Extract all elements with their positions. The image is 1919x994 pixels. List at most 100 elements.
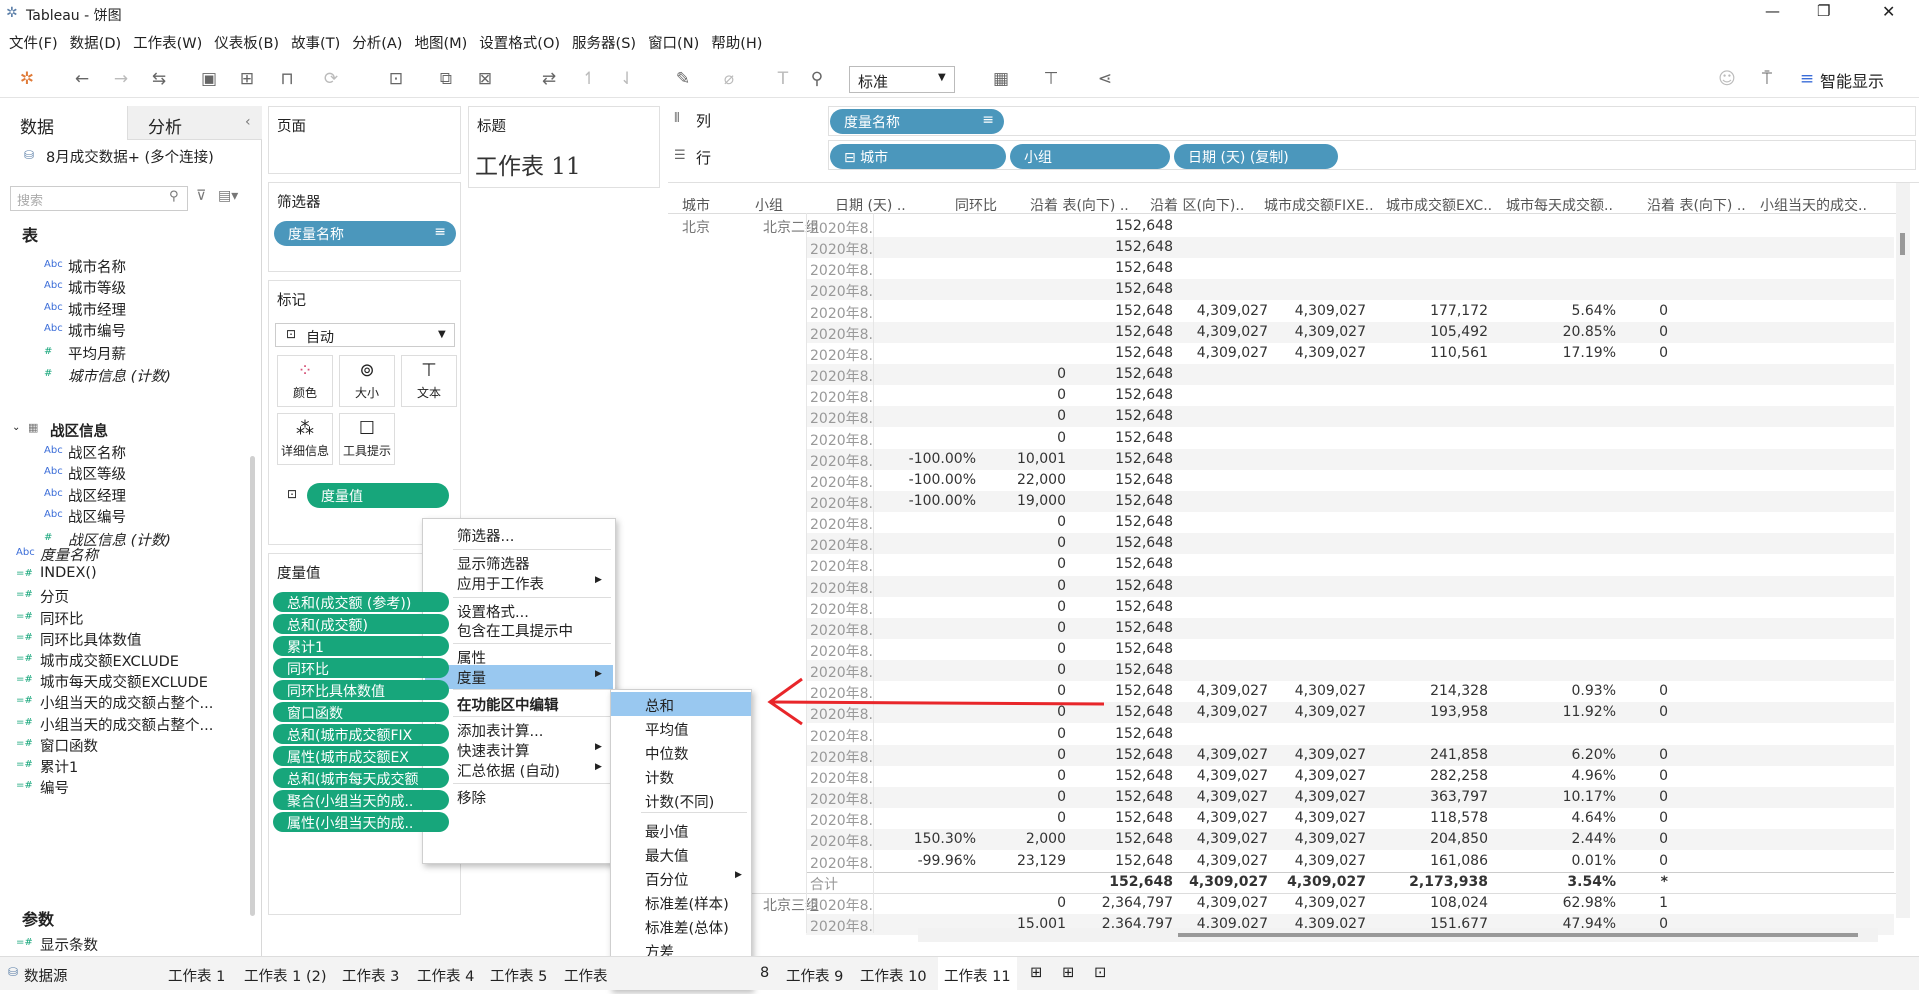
field-item[interactable]: =# 分页: [16, 586, 69, 607]
menu-window[interactable]: 窗口(N): [645, 28, 708, 56]
search-field[interactable]: 搜索 ⚲: [10, 186, 188, 211]
measure-pill[interactable]: 累计1: [273, 636, 449, 656]
sheet-tab[interactable]: 工作表 9: [786, 965, 843, 986]
measure-pill[interactable]: 聚合(小组当天的成..: [273, 790, 449, 810]
scrollbar-thumb[interactable]: [1900, 233, 1905, 255]
rows-pill-city[interactable]: ⊟ 城市: [830, 144, 1006, 169]
save-icon[interactable]: ▣: [198, 68, 220, 90]
new-datasource-icon[interactable]: ⊞: [236, 68, 258, 90]
measure-pill[interactable]: 总和(成交额): [273, 614, 449, 634]
size-button[interactable]: ⊚ 大小: [339, 355, 395, 407]
show-cards-icon[interactable]: ▦: [990, 68, 1012, 90]
tableau-start-icon[interactable]: ✲: [16, 68, 38, 90]
tab-datasource[interactable]: 数据源: [24, 965, 68, 986]
fit-select[interactable]: 标准 ▼: [849, 66, 955, 93]
detail-button[interactable]: ⁂ 详细信息: [277, 413, 333, 465]
search-input[interactable]: 搜索: [17, 190, 43, 209]
field-item[interactable]: # 城市信息 (计数): [44, 365, 171, 386]
chevron-down-icon[interactable]: ⌄: [12, 422, 20, 433]
clear-sheet-icon[interactable]: ⊠: [474, 68, 496, 90]
highlight-icon[interactable]: ✎: [672, 68, 694, 90]
replay-icon[interactable]: ⇆: [148, 68, 170, 90]
menu-item-measure-highlight[interactable]: [425, 665, 613, 689]
labels-icon[interactable]: T: [772, 68, 794, 90]
measure-pill[interactable]: 总和(城市每天成交额: [273, 768, 449, 788]
sheet-tab[interactable]: 工作表 11: [938, 957, 1017, 994]
measure-pill[interactable]: 属性(城市成交额EX: [273, 746, 449, 766]
filter-icon[interactable]: ⊽: [196, 188, 206, 204]
columns-pill[interactable]: 度量名称 ≡: [830, 109, 1004, 134]
datasource-name[interactable]: 8月成交数据+ (多个连接): [46, 146, 214, 167]
submenu-item[interactable]: 中位数: [611, 740, 751, 764]
measure-pill[interactable]: 同环比: [273, 658, 449, 678]
group-icon[interactable]: ⌀: [718, 68, 740, 90]
field-item[interactable]: =# 小组当天的成交额占整个...: [16, 714, 213, 735]
menu-file[interactable]: 文件(F): [6, 28, 67, 56]
new-story-icon[interactable]: ⊡: [1094, 965, 1106, 981]
menu-item-remove[interactable]: 移除: [457, 787, 486, 808]
measure-pill[interactable]: 同环比具体数值: [273, 680, 449, 700]
horizontal-scrollbar[interactable]: [918, 928, 1878, 942]
text-button[interactable]: ⊤ 文本: [401, 355, 457, 407]
field-item[interactable]: Abc 战区名称: [44, 442, 126, 463]
collapse-pane-icon[interactable]: ‹: [245, 114, 251, 130]
sheet-tab[interactable]: 工作表 5: [490, 965, 547, 986]
view-options-icon[interactable]: ▤▾: [218, 188, 238, 204]
field-item[interactable]: Abc 战区等级: [44, 463, 126, 484]
field-item[interactable]: Abc 城市名称: [44, 256, 126, 277]
submenu-item[interactable]: 最大值: [611, 842, 751, 866]
smart-show-button[interactable]: 智能显示: [1820, 68, 1884, 92]
field-item[interactable]: =# 编号: [16, 777, 69, 798]
field-item[interactable]: # 平均月薪: [44, 343, 126, 364]
menu-item-include-tooltip[interactable]: 包含在工具提示中: [457, 620, 573, 641]
new-worksheet-icon[interactable]: ⊞: [1030, 965, 1042, 981]
share-icon[interactable]: ⋖: [1094, 68, 1116, 90]
tooltip-pin-icon[interactable]: ⍑: [1756, 68, 1778, 90]
field-item[interactable]: Abc 城市等级: [44, 277, 126, 298]
sort-ascending-icon[interactable]: ↿: [578, 68, 600, 90]
menu-help[interactable]: 帮助(H): [708, 28, 771, 56]
measure-pill[interactable]: 总和(城市成交额FIX: [273, 724, 449, 744]
menu-worksheet[interactable]: 工作表(W): [130, 28, 211, 56]
field-item[interactable]: Abc 战区编号: [44, 506, 126, 527]
submenu-item[interactable]: 计数: [611, 764, 751, 788]
vertical-scrollbar[interactable]: [1896, 183, 1910, 918]
submenu-item[interactable]: 最小值: [611, 818, 751, 842]
sheet-tab[interactable]: 8: [760, 965, 769, 981]
refresh-icon[interactable]: ⟳: [320, 68, 342, 90]
redo-icon[interactable]: →: [110, 68, 132, 90]
field-item[interactable]: Abc 城市经理: [44, 299, 126, 320]
menu-item-add-table-calc[interactable]: 添加表计算...: [457, 720, 543, 741]
menu-story[interactable]: 故事(T): [288, 28, 349, 56]
maximize-button[interactable]: ❐: [1817, 2, 1830, 20]
param-item[interactable]: =# 显示条数: [16, 934, 98, 955]
new-worksheet-icon[interactable]: ⊡: [385, 68, 407, 90]
menu-item-filter[interactable]: 筛选器...: [457, 525, 514, 546]
menu-dashboard[interactable]: 仪表板(B): [211, 28, 288, 56]
field-item[interactable]: =# 小组当天的成交额占整个...: [16, 692, 213, 713]
scrollbar[interactable]: [250, 456, 255, 916]
tab-analysis[interactable]: 分析: [128, 106, 262, 140]
menu-item-format[interactable]: 设置格式...: [457, 601, 529, 622]
submenu-item[interactable]: 百分位: [611, 866, 751, 890]
field-item[interactable]: =# 窗口函数: [16, 735, 98, 756]
submenu-item[interactable]: 平均值: [611, 716, 751, 740]
sheet-tab[interactable]: 工作表 3: [342, 965, 399, 986]
tooltip-button[interactable]: ☐ 工具提示: [339, 413, 395, 465]
sheet-tab[interactable]: 工作表 4: [417, 965, 474, 986]
field-item[interactable]: Abc 度量名称: [16, 544, 98, 565]
menu-format[interactable]: 设置格式(O): [476, 28, 569, 56]
sheet-tab[interactable]: 工作表 1: [168, 965, 225, 986]
field-item[interactable]: =# 同环比: [16, 608, 84, 629]
sheet-tab[interactable]: 工作表: [564, 965, 608, 986]
menu-item-quick-table-calc[interactable]: 快速表计算: [457, 740, 530, 761]
smart-show-icon[interactable]: ≡: [1796, 68, 1818, 90]
presentation-icon[interactable]: ⊤: [1040, 68, 1062, 90]
sheet-tab[interactable]: 工作表 1 (2): [244, 965, 326, 986]
minimize-button[interactable]: —: [1765, 2, 1780, 20]
rows-pill-group[interactable]: 小组: [1010, 144, 1170, 169]
menu-map[interactable]: 地图(M): [411, 28, 476, 56]
menu-item-show-filter[interactable]: 显示筛选器: [457, 553, 530, 574]
mark-type-select[interactable]: ⊡ 自动 ▼: [275, 323, 455, 347]
filter-pill[interactable]: 度量名称 ≡: [274, 221, 456, 246]
